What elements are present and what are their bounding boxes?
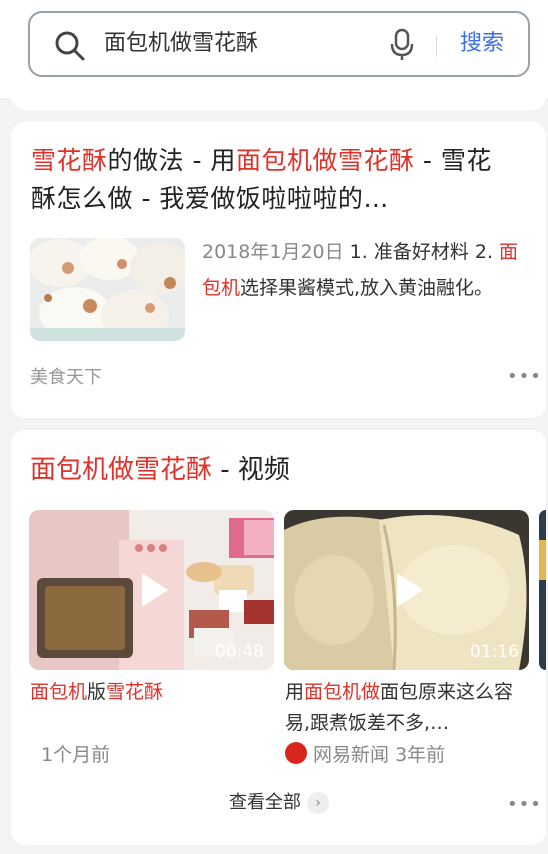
search-button[interactable]: 搜索 xyxy=(460,29,504,59)
video-thumbnail-partial[interactable] xyxy=(539,510,546,670)
result-card[interactable]: 雪花酥的做法 - 用面包机做雪花酥 - 雪花酥怎么做 - 我爱做饭啦啦啦的… 2… xyxy=(11,122,546,418)
video-duration: 01:16 xyxy=(470,642,519,662)
search-input[interactable]: 面包机做雪花酥 xyxy=(104,29,258,59)
video-caption[interactable]: 用面包机做面包原来这么容易,跟煮饭差不多,… xyxy=(285,677,517,739)
more-options-icon[interactable]: ••• xyxy=(507,796,542,814)
result-source: 美食天下 xyxy=(30,367,102,388)
play-icon xyxy=(141,573,168,607)
video-time: 3年前 xyxy=(395,744,446,766)
view-all-button[interactable]: 查看全部 › xyxy=(229,790,329,816)
search-divider xyxy=(436,35,437,57)
chevron-right-icon: › xyxy=(307,792,329,814)
netease-logo-icon xyxy=(285,742,307,764)
video-duration: 00:48 xyxy=(215,642,264,662)
video-time: 1个月前 xyxy=(41,744,111,766)
video-thumbnail[interactable]: 01:16 xyxy=(284,510,529,670)
video-thumbnail[interactable]: 00:48 xyxy=(29,510,274,670)
microphone-icon[interactable] xyxy=(390,28,414,62)
result-title[interactable]: 雪花酥的做法 - 用面包机做雪花酥 - 雪花酥怎么做 - 我爱做饭啦啦啦的… xyxy=(31,142,511,218)
play-icon xyxy=(396,573,423,607)
more-options-icon[interactable]: ••• xyxy=(507,368,542,386)
video-source: 网易新闻 xyxy=(313,744,390,766)
top-bar: 面包机做雪花酥 搜索 xyxy=(0,0,548,98)
result-thumbnail[interactable] xyxy=(30,238,185,341)
search-icon xyxy=(55,31,85,61)
result-snippet: 2018年1月20日 1. 准备好材料 2. 面包机选择果酱模式,放入黄油融化。 xyxy=(202,241,519,299)
video-card: 面包机做雪花酥 - 视频 00:48 01:16 面包机版雪花酥 用面包机做面包… xyxy=(11,430,546,845)
video-caption[interactable]: 面包机版雪花酥 xyxy=(30,677,262,708)
previous-card-edge xyxy=(11,86,546,110)
video-section-title[interactable]: 面包机做雪花酥 - 视频 xyxy=(30,452,290,488)
video-meta: 网易新闻 3年前 xyxy=(285,742,445,768)
search-box[interactable]: 面包机做雪花酥 搜索 xyxy=(28,11,530,77)
